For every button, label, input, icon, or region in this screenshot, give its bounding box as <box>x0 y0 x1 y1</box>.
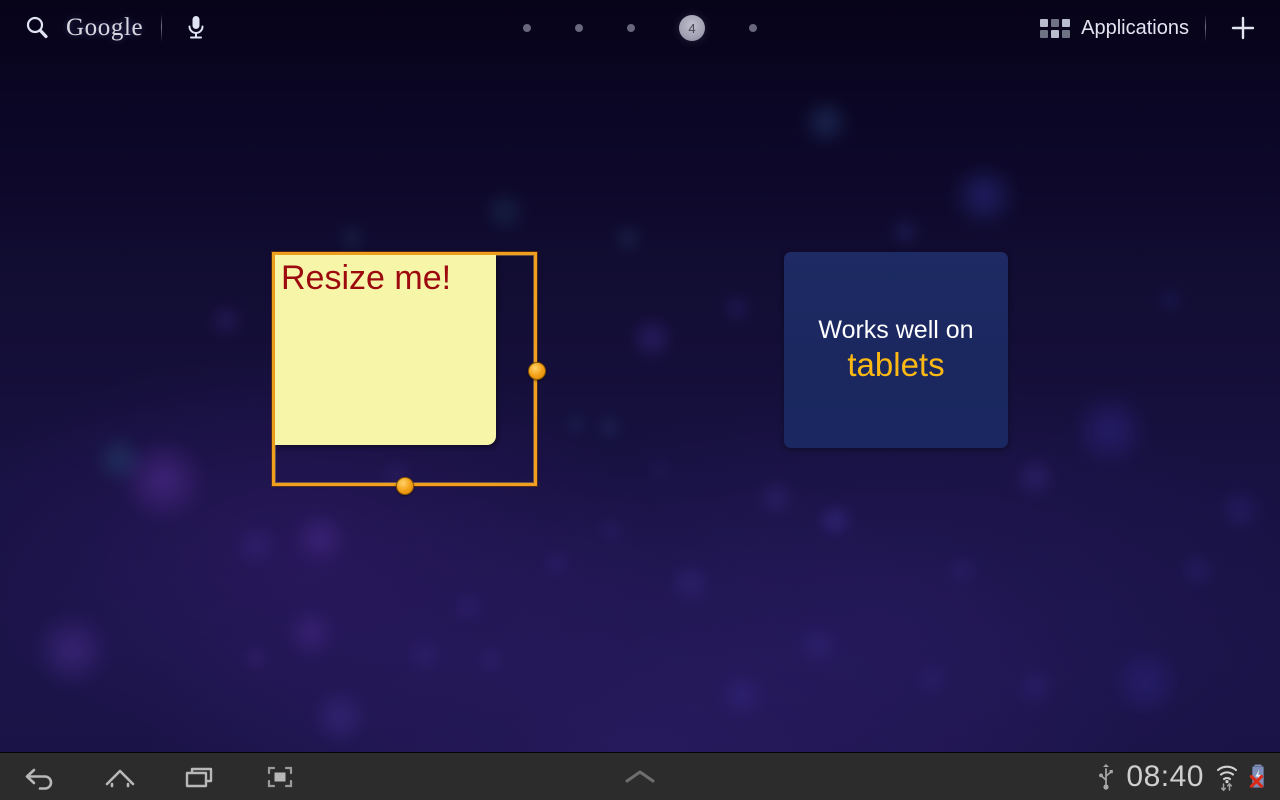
note-text: Resize me! <box>281 259 452 297</box>
nav-button-group <box>0 753 306 800</box>
resize-handle-bottom[interactable] <box>396 477 414 495</box>
page-dot-2[interactable] <box>575 24 583 32</box>
home-icon[interactable] <box>94 753 146 800</box>
page-dot-1[interactable] <box>523 24 531 32</box>
sticky-note[interactable]: Resize me! <box>275 255 496 445</box>
screenshot-icon[interactable] <box>254 753 306 800</box>
system-navigation-bar: 08:40 <box>0 752 1280 800</box>
tablets-widget-line1: Works well on <box>818 316 974 345</box>
system-tray[interactable]: 08:40 <box>1097 753 1280 800</box>
top-status-bar: Google 4 Applications <box>0 0 1280 56</box>
clock: 08:40 <box>1126 759 1204 793</box>
page-dot-current[interactable]: 4 <box>679 15 705 41</box>
chevron-up-icon[interactable] <box>603 753 677 800</box>
applications-label: Applications <box>1081 16 1189 39</box>
apps-grid-icon <box>1040 18 1071 38</box>
tablets-widget[interactable]: Works well on tablets <box>784 252 1008 448</box>
top-right-cluster: Applications <box>1034 0 1280 56</box>
applications-button[interactable]: Applications <box>1034 11 1195 46</box>
usb-icon <box>1097 763 1115 791</box>
recent-apps-icon[interactable] <box>174 753 226 800</box>
page-dot-3[interactable] <box>627 24 635 32</box>
data-transfer-icon <box>1220 782 1233 791</box>
back-arrow-icon[interactable] <box>14 753 66 800</box>
page-dot-5[interactable] <box>749 24 757 32</box>
plus-icon[interactable] <box>1220 5 1266 51</box>
android-homescreen: Google 4 Applications Resize me! Works w… <box>0 0 1280 800</box>
divider <box>1205 14 1206 42</box>
wallpaper <box>0 0 1280 800</box>
tablets-widget-line2: tablets <box>847 345 945 383</box>
battery-error-icon <box>1248 762 1268 792</box>
note-widget-selected[interactable]: Resize me! <box>272 252 537 486</box>
wifi-signal-icon <box>1215 762 1239 792</box>
resize-handle-right[interactable] <box>528 362 546 380</box>
